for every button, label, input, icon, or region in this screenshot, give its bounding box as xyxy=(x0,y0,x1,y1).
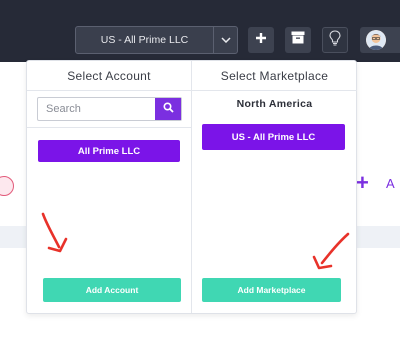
annotation-arrow-icon xyxy=(39,211,79,266)
background-status-icon xyxy=(0,176,14,196)
archive-button[interactable] xyxy=(285,27,311,53)
account-marketplace-dropdown: Select Account All Prime LLC Add Account… xyxy=(26,60,357,314)
user-menu-button[interactable] xyxy=(360,27,400,53)
account-item-all-prime-llc[interactable]: All Prime LLC xyxy=(38,140,180,162)
archive-icon xyxy=(291,31,305,49)
lightbulb-icon xyxy=(329,29,341,51)
divider xyxy=(27,127,192,128)
chevron-down-icon[interactable] xyxy=(213,27,237,53)
account-selector[interactable]: US - All Prime LLC xyxy=(75,26,238,54)
background-partial-text: A xyxy=(386,176,395,191)
background-plus-icon[interactable]: + xyxy=(356,172,369,194)
search-button[interactable] xyxy=(155,98,181,120)
annotation-arrow-icon xyxy=(304,231,354,280)
marketplace-item-us-all-prime-llc[interactable]: US - All Prime LLC xyxy=(202,124,345,150)
marketplace-column: Select Marketplace North America US - Al… xyxy=(192,61,357,313)
add-account-button[interactable]: Add Account xyxy=(43,278,181,302)
account-column-heading: Select Account xyxy=(27,61,191,91)
search-icon xyxy=(162,100,174,118)
account-search-input[interactable] xyxy=(38,98,155,120)
marketplace-column-heading: Select Marketplace xyxy=(192,61,357,91)
add-button[interactable] xyxy=(248,27,274,53)
account-search xyxy=(37,97,182,121)
avatar xyxy=(366,30,386,50)
account-column: Select Account All Prime LLC Add Account xyxy=(27,61,192,313)
page: US - All Prime LLC + A Select Account Se… xyxy=(0,0,400,346)
region-heading: North America xyxy=(236,98,313,110)
account-selector-label: US - All Prime LLC xyxy=(100,34,189,46)
tips-button[interactable] xyxy=(322,27,348,53)
top-navigation-bar: US - All Prime LLC xyxy=(0,0,400,62)
plus-icon xyxy=(255,31,267,49)
add-marketplace-button[interactable]: Add Marketplace xyxy=(202,278,341,302)
